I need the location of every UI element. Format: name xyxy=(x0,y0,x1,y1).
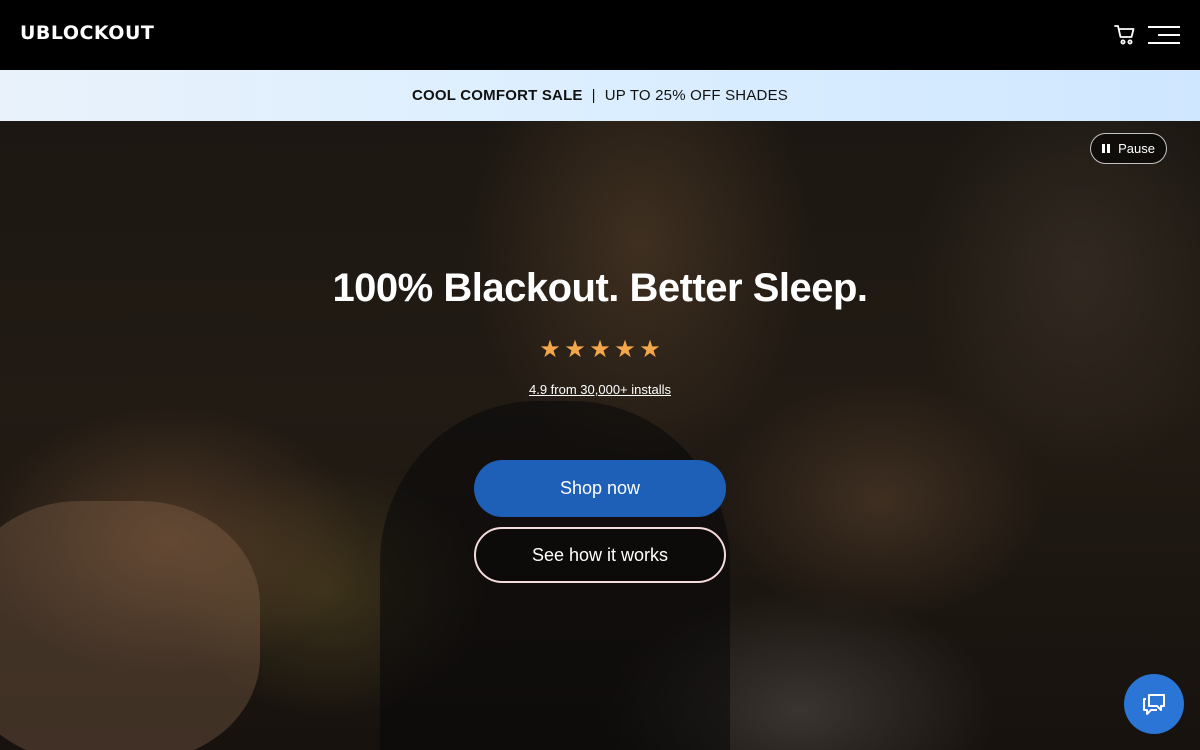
rating-container: 4.9 from 30,000+ installs xyxy=(0,381,1200,399)
shop-now-button[interactable]: Shop now xyxy=(474,460,726,517)
hero-background-pillow xyxy=(0,501,260,750)
star-rating: ★ ★ ★ ★ ★ xyxy=(0,337,1200,363)
star-icon: ★ xyxy=(589,336,611,363)
rating-link[interactable]: 4.9 from 30,000+ installs xyxy=(529,382,671,397)
pause-icon xyxy=(1102,144,1111,153)
hero-banner xyxy=(0,121,1200,750)
see-how-it-works-button[interactable]: See how it works xyxy=(474,527,726,583)
star-icon: ★ xyxy=(614,336,636,363)
site-header: UBLOCKOUT xyxy=(0,0,1200,70)
star-icon: ★ xyxy=(539,336,561,363)
promo-sale-name: COOL COMFORT SALE xyxy=(412,87,583,104)
star-icon: ★ xyxy=(564,336,586,363)
cart-icon[interactable] xyxy=(1114,24,1138,46)
pause-button[interactable]: Pause xyxy=(1090,133,1167,164)
promo-offer: UP TO 25% OFF SHADES xyxy=(604,87,788,104)
chat-button[interactable] xyxy=(1124,674,1184,734)
star-icon: ★ xyxy=(639,336,661,363)
promo-separator: | xyxy=(591,87,596,104)
hero-headline: 100% Blackout. Better Sleep. xyxy=(332,266,868,310)
chat-bubble-icon xyxy=(1143,694,1165,715)
hamburger-menu-icon[interactable] xyxy=(1148,24,1180,46)
pause-label: Pause xyxy=(1118,141,1155,156)
promo-banner[interactable]: COOL COMFORT SALE | UP TO 25% OFF SHADES xyxy=(0,70,1200,121)
site-logo[interactable]: UBLOCKOUT xyxy=(20,22,154,44)
